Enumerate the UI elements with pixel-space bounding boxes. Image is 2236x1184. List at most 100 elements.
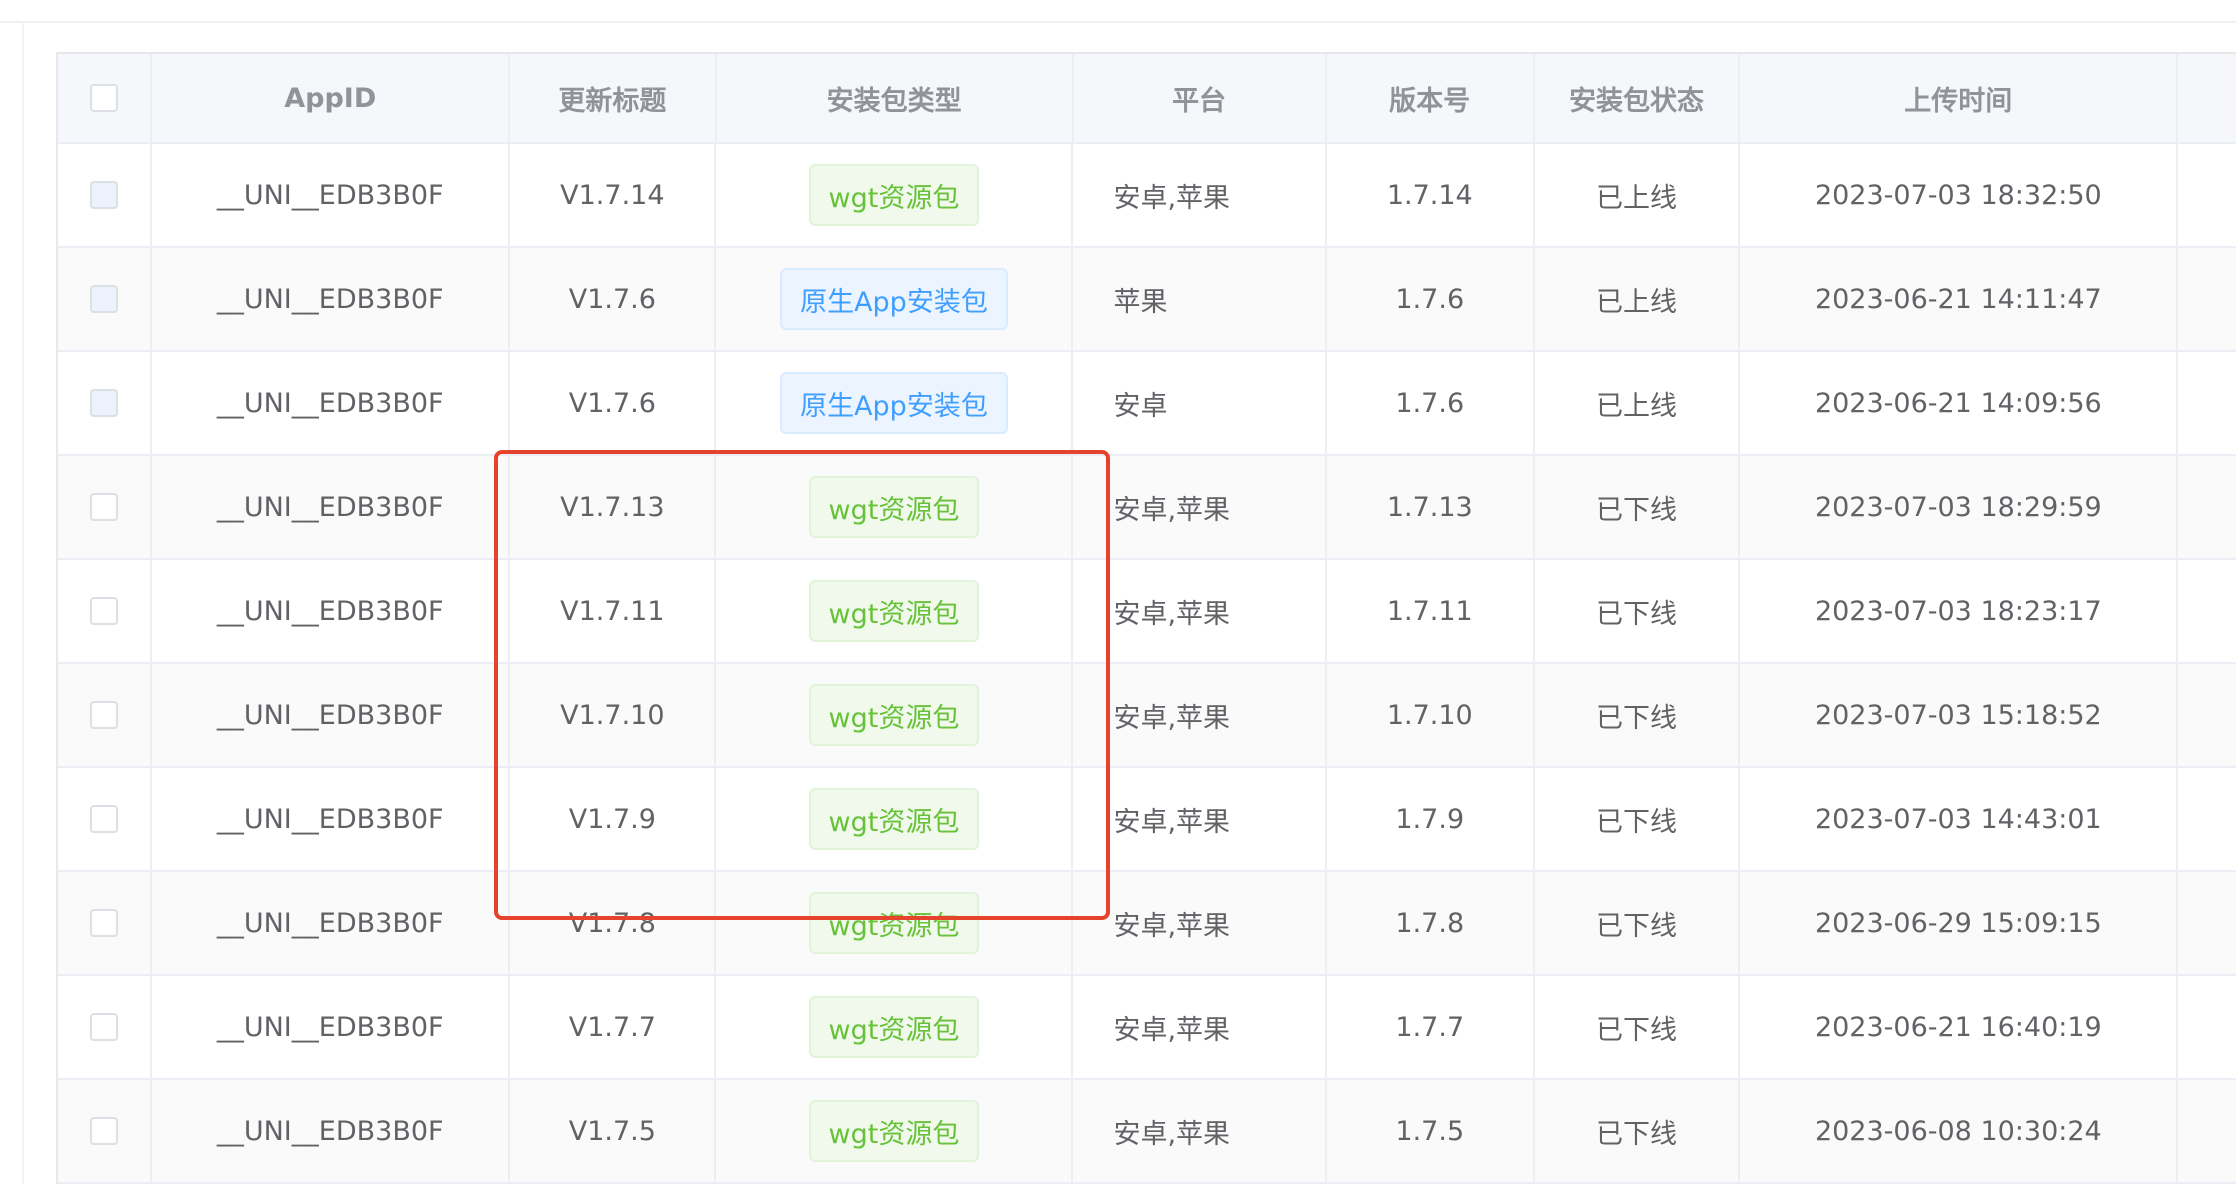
header-status[interactable]: 安装包状态 <box>1535 54 1741 142</box>
row-package-type-cell: wgt资源包 <box>716 976 1074 1078</box>
row-status: 已上线 <box>1535 144 1741 246</box>
row-package-type-cell: wgt资源包 <box>716 560 1074 662</box>
header-extra-column <box>2178 54 2236 142</box>
row-extra-cell <box>2178 976 2236 1078</box>
row-select-cell[interactable] <box>58 664 153 766</box>
row-package-type-cell: wgt资源包 <box>716 768 1074 870</box>
row-upload-time: 2023-06-29 15:09:15 <box>1740 872 2179 974</box>
row-update-title: V1.7.7 <box>510 976 717 1078</box>
table-row[interactable]: __UNI__EDB3B0F V1.7.11 wgt资源包 安卓,苹果 1.7.11 已下… <box>58 560 2236 664</box>
header-version[interactable]: 版本号 <box>1327 54 1535 142</box>
package-type-tag: wgt资源包 <box>808 892 980 954</box>
row-extra-cell <box>2178 456 2236 558</box>
package-type-tag: wgt资源包 <box>808 996 980 1058</box>
row-extra-cell <box>2178 248 2236 350</box>
table-row[interactable]: __UNI__EDB3B0F V1.7.6 原生App安装包 苹果 1.7.6 已上线 20… <box>58 248 2236 352</box>
row-update-title: V1.7.9 <box>510 768 717 870</box>
row-status: 已上线 <box>1535 248 1741 350</box>
table-row[interactable]: __UNI__EDB3B0F V1.7.10 wgt资源包 安卓,苹果 1.7.10 已下… <box>58 664 2236 768</box>
row-version: 1.7.6 <box>1327 352 1535 454</box>
page: AppID 更新标题 安装包类型 平台 版本号 安装包状态 上传时间 __UNI… <box>0 0 2236 1184</box>
row-upload-time: 2023-07-03 18:32:50 <box>1740 144 2179 246</box>
header-title[interactable]: 更新标题 <box>510 54 717 142</box>
row-appid: __UNI__EDB3B0F <box>152 352 511 454</box>
row-select-cell[interactable] <box>58 352 153 454</box>
row-appid: __UNI__EDB3B0F <box>152 976 511 1078</box>
row-appid: __UNI__EDB3B0F <box>152 872 511 974</box>
row-appid: __UNI__EDB3B0F <box>152 768 511 870</box>
row-platform: 安卓,苹果 <box>1073 456 1327 558</box>
row-update-title: V1.7.6 <box>510 352 717 454</box>
row-select-cell[interactable] <box>58 976 153 1078</box>
row-extra-cell <box>2178 768 2236 870</box>
row-platform: 安卓,苹果 <box>1073 976 1327 1078</box>
row-appid: __UNI__EDB3B0F <box>152 456 511 558</box>
row-checkbox-icon[interactable] <box>90 909 119 937</box>
row-checkbox-icon[interactable] <box>90 805 119 833</box>
select-all-checkbox-icon[interactable] <box>90 84 119 112</box>
table-row[interactable]: __UNI__EDB3B0F V1.7.14 wgt资源包 安卓,苹果 1.7.14 已上… <box>58 144 2236 248</box>
row-checkbox-icon[interactable] <box>90 597 119 625</box>
table-row[interactable]: __UNI__EDB3B0F V1.7.13 wgt资源包 安卓,苹果 1.7.13 已下… <box>58 456 2236 560</box>
table-row[interactable]: __UNI__EDB3B0F V1.7.6 原生App安装包 安卓 1.7.6 已上线 20… <box>58 352 2236 456</box>
package-type-tag: wgt资源包 <box>808 164 980 226</box>
row-select-cell[interactable] <box>58 456 153 558</box>
row-update-title: V1.7.11 <box>510 560 717 662</box>
row-platform: 安卓,苹果 <box>1073 664 1327 766</box>
row-package-type-cell: 原生App安装包 <box>716 352 1074 454</box>
row-status: 已下线 <box>1535 1080 1741 1182</box>
row-version: 1.7.14 <box>1327 144 1535 246</box>
header-select-all-cell[interactable] <box>58 54 153 142</box>
row-checkbox-icon[interactable] <box>90 285 119 313</box>
row-status: 已上线 <box>1535 352 1741 454</box>
row-select-cell[interactable] <box>58 144 153 246</box>
row-version: 1.7.6 <box>1327 248 1535 350</box>
row-extra-cell <box>2178 144 2236 246</box>
row-package-type-cell: wgt资源包 <box>716 872 1074 974</box>
row-update-title: V1.7.5 <box>510 1080 717 1182</box>
header-upload-time[interactable]: 上传时间 <box>1740 54 2179 142</box>
row-upload-time: 2023-06-21 14:09:56 <box>1740 352 2179 454</box>
row-checkbox-icon[interactable] <box>90 1117 119 1145</box>
row-select-cell[interactable] <box>58 872 153 974</box>
table-row[interactable]: __UNI__EDB3B0F V1.7.5 wgt资源包 安卓,苹果 1.7.5 已下线 2… <box>58 1080 2236 1184</box>
table-row[interactable]: __UNI__EDB3B0F V1.7.9 wgt资源包 安卓,苹果 1.7.9 已下线 2… <box>58 768 2236 872</box>
row-checkbox-icon[interactable] <box>90 701 119 729</box>
row-version: 1.7.7 <box>1327 976 1535 1078</box>
row-platform: 安卓,苹果 <box>1073 1080 1327 1182</box>
row-select-cell[interactable] <box>58 560 153 662</box>
top-toolbar-strip <box>0 0 2236 23</box>
header-package-type[interactable]: 安装包类型 <box>717 54 1074 142</box>
row-status: 已下线 <box>1535 872 1741 974</box>
row-extra-cell <box>2178 1080 2236 1182</box>
row-checkbox-icon[interactable] <box>90 181 119 209</box>
header-platform[interactable]: 平台 <box>1074 54 1327 142</box>
row-checkbox-icon[interactable] <box>90 493 119 521</box>
row-update-title: V1.7.6 <box>510 248 717 350</box>
row-package-type-cell: wgt资源包 <box>716 1080 1074 1182</box>
table-header-row: AppID 更新标题 安装包类型 平台 版本号 安装包状态 上传时间 <box>58 54 2236 144</box>
row-appid: __UNI__EDB3B0F <box>152 1080 511 1182</box>
row-select-cell[interactable] <box>58 768 153 870</box>
row-select-cell[interactable] <box>58 1080 153 1182</box>
row-upload-time: 2023-07-03 18:29:59 <box>1740 456 2179 558</box>
package-table: AppID 更新标题 安装包类型 平台 版本号 安装包状态 上传时间 __UNI… <box>56 52 2236 1184</box>
row-platform: 安卓,苹果 <box>1073 768 1327 870</box>
row-upload-time: 2023-07-03 14:43:01 <box>1740 768 2179 870</box>
row-package-type-cell: 原生App安装包 <box>716 248 1074 350</box>
row-upload-time: 2023-06-21 16:40:19 <box>1740 976 2179 1078</box>
row-update-title: V1.7.13 <box>510 456 717 558</box>
row-select-cell[interactable] <box>58 248 153 350</box>
row-checkbox-icon[interactable] <box>90 389 119 417</box>
table-row[interactable]: __UNI__EDB3B0F V1.7.8 wgt资源包 安卓,苹果 1.7.8 已下线 2… <box>58 872 2236 976</box>
row-upload-time: 2023-06-08 10:30:24 <box>1740 1080 2179 1182</box>
row-extra-cell <box>2178 352 2236 454</box>
table-row[interactable]: __UNI__EDB3B0F V1.7.7 wgt资源包 安卓,苹果 1.7.7 已下线 2… <box>58 976 2236 1080</box>
row-status: 已下线 <box>1535 768 1741 870</box>
row-platform: 安卓,苹果 <box>1073 144 1327 246</box>
row-checkbox-icon[interactable] <box>90 1013 119 1041</box>
header-appid[interactable]: AppID <box>152 54 511 142</box>
package-type-tag: 原生App安装包 <box>780 268 1008 330</box>
package-type-tag: wgt资源包 <box>808 1100 980 1162</box>
row-appid: __UNI__EDB3B0F <box>152 664 511 766</box>
